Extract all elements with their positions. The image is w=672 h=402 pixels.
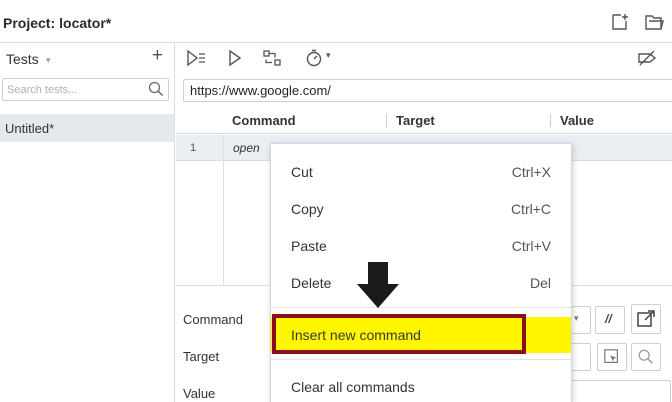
column-header-command: Command: [232, 113, 296, 128]
menu-item-shortcut: Ctrl+V: [511, 238, 551, 254]
project-title: Project: locator*: [3, 15, 111, 31]
value-input[interactable]: [561, 380, 671, 402]
menu-item-shortcut: Ctrl+C: [510, 201, 551, 217]
row-command: open: [233, 141, 260, 155]
menu-item-shortcut: Del: [529, 275, 551, 291]
run-all-icon[interactable]: [185, 48, 207, 68]
menu-item-label: Copy: [291, 201, 324, 217]
search-icon[interactable]: [148, 81, 164, 97]
search-tests-input[interactable]: [3, 79, 143, 100]
select-target-icon: [604, 349, 618, 363]
add-test-button[interactable]: +: [152, 46, 163, 66]
menu-item-label: Cut: [291, 164, 313, 180]
menu-divider: [271, 359, 571, 360]
test-item-label: Untitled*: [5, 121, 55, 136]
row-number: 1: [190, 142, 197, 154]
test-list-item[interactable]: Untitled*: [0, 114, 174, 142]
menu-divider: [271, 307, 571, 308]
row-number-divider: [223, 135, 224, 285]
menu-item-label: Paste: [291, 238, 327, 254]
disable-breakpoints-icon[interactable]: [636, 48, 658, 68]
base-url-input[interactable]: https://www.google.com/: [183, 79, 672, 102]
menu-item-cut[interactable]: Cut Ctrl+X: [271, 154, 571, 190]
tests-header: Tests ▾ +: [0, 43, 174, 73]
search-icon: [638, 349, 653, 364]
menu-item-label: Clear all commands: [291, 379, 415, 395]
arrow-down-icon: [357, 262, 399, 308]
speed-chevron-down-icon[interactable]: ▾: [326, 50, 331, 61]
value-label: Value: [183, 386, 216, 401]
menu-item-delete[interactable]: Delete Del: [271, 265, 571, 301]
chevron-down-icon[interactable]: ▾: [46, 55, 51, 66]
menu-item-shortcut: Ctrl+X: [511, 164, 551, 180]
find-target-button[interactable]: [631, 343, 661, 371]
select-target-button[interactable]: [597, 343, 627, 371]
folder-open-icon[interactable]: [644, 12, 664, 32]
command-label: Command: [183, 312, 243, 327]
chevron-down-icon: ▾: [574, 313, 579, 323]
annotation-highlight-box: [272, 314, 526, 354]
column-divider: [386, 114, 387, 127]
search-tests-field: [2, 78, 169, 101]
play-icon[interactable]: [224, 48, 246, 68]
column-divider: [550, 114, 551, 127]
target-label: Target: [183, 349, 220, 364]
selenium-ide-window: Project:locator* Tests ▾ + Untitled*: [0, 0, 672, 402]
step-icon[interactable]: [261, 48, 283, 68]
open-reference-button[interactable]: [631, 304, 661, 334]
column-header-value: Value: [560, 113, 594, 128]
commands-table-header: Command Target Value: [176, 108, 672, 134]
project-header: Project: locator*: [0, 0, 672, 43]
menu-item-paste[interactable]: Paste Ctrl+V: [271, 228, 571, 264]
stopwatch-icon[interactable]: [304, 48, 324, 68]
menu-item-label: Delete: [291, 275, 332, 291]
external-link-icon: [637, 310, 655, 327]
toolbar: ▾: [176, 43, 672, 73]
column-header-target: Target: [396, 113, 435, 128]
menu-item-clear-all-commands[interactable]: Clear all commands: [271, 369, 571, 402]
new-project-icon[interactable]: [610, 12, 630, 32]
project-label: Project:: [3, 15, 56, 31]
menu-item-copy[interactable]: Copy Ctrl+C: [271, 191, 571, 227]
comment-button[interactable]: //: [595, 306, 625, 334]
tests-dropdown[interactable]: Tests: [6, 51, 39, 67]
context-menu: Cut Ctrl+X Copy Ctrl+C Paste Ctrl+V Dele…: [270, 143, 572, 402]
comment-icon: //: [605, 312, 612, 326]
tests-sidebar: Tests ▾ + Untitled*: [0, 43, 175, 402]
project-name[interactable]: locator*: [59, 15, 111, 31]
